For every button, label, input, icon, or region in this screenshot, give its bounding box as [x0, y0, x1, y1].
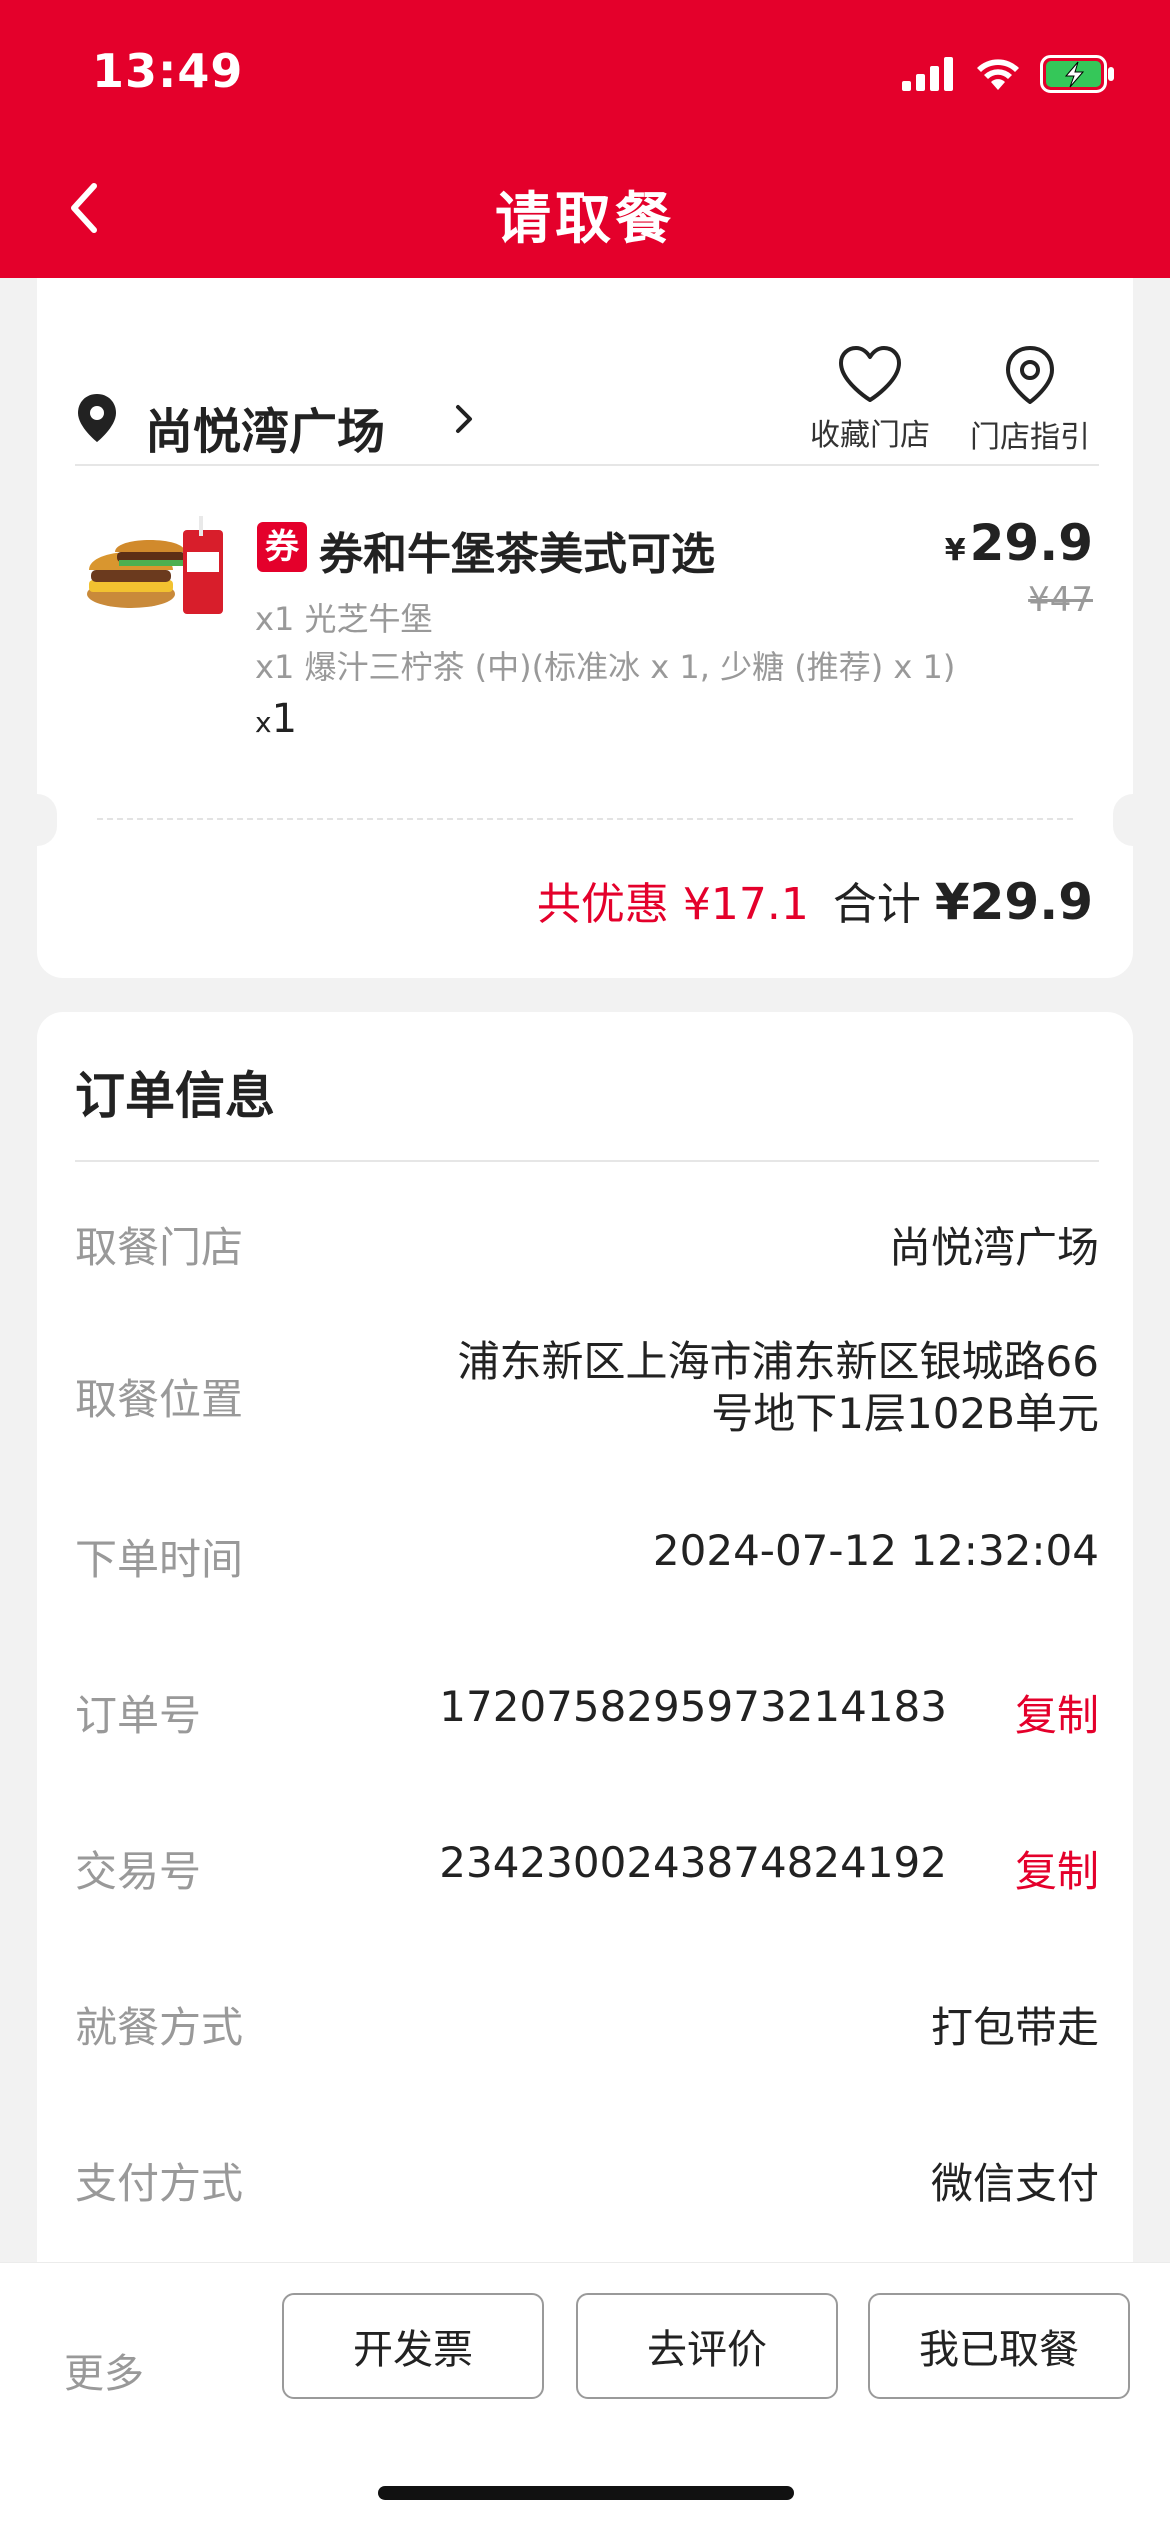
product-image: [87, 516, 223, 614]
info-label: 交易号: [75, 1847, 202, 1896]
store-guide-button[interactable]: 门店指引: [955, 344, 1105, 456]
favorite-store-button[interactable]: 收藏门店: [795, 344, 945, 454]
product-detail-line: x1 光芝牛堡: [255, 600, 433, 638]
location-pin-icon: [78, 394, 116, 442]
order-info-card: 订单信息 取餐门店 尚悦湾广场 取餐位置 浦东新区上海市浦东新区银城路66 号地…: [37, 1012, 1133, 2412]
info-label: 订单号: [75, 1691, 202, 1740]
total-label: 合计: [832, 879, 921, 930]
info-value: 2342300243874824192: [439, 1838, 947, 1887]
coupon-badge: 券: [257, 522, 307, 572]
product-quantity: x1: [255, 696, 297, 742]
home-indicator: [378, 2486, 794, 2500]
signal-icon: [902, 57, 953, 91]
info-value: 2024-07-12 12:32:04: [652, 1526, 1099, 1575]
store-name-link[interactable]: 尚悦湾广场: [145, 392, 385, 462]
product-detail-line: x1 爆汁三柠茶 (中)(标准冰 x 1, 少糖 (推荐) x 1): [255, 648, 956, 686]
location-line: 浦东新区上海市浦东新区银城路66: [457, 1337, 1099, 1386]
status-time: 13:49: [92, 44, 244, 98]
location-pin-icon: [1006, 346, 1054, 404]
currency-symbol: ¥: [944, 533, 966, 568]
order-info-title: 订单信息: [75, 1067, 275, 1125]
dashed-divider: [97, 818, 1073, 820]
info-label: 支付方式: [75, 2159, 244, 2208]
info-label: 就餐方式: [75, 2003, 244, 2052]
qty-prefix: x: [255, 706, 272, 739]
info-label: 下单时间: [75, 1535, 244, 1584]
copy-transaction-number-button[interactable]: 复制: [1015, 1838, 1099, 1899]
info-value: 浦东新区上海市浦东新区银城路66 号地下1层102B单元: [379, 1336, 1099, 1440]
heart-icon: [839, 346, 901, 402]
favorite-store-label: 收藏门店: [810, 418, 930, 453]
product-price: ¥29.9: [945, 514, 1093, 572]
total-value: ¥29.9: [934, 873, 1093, 931]
info-value: 1720758295973214183: [439, 1682, 947, 1731]
ticket-notch: [1113, 794, 1153, 846]
qty-value: 1: [271, 696, 298, 742]
chevron-right-icon[interactable]: [453, 402, 475, 436]
status-icons: [902, 52, 1116, 96]
info-value: 微信支付: [930, 2159, 1099, 2208]
order-summary-card: 尚悦湾广场 收藏门店 门店指引 券 券和牛堡茶美式可选 ¥29.9 ¥47 x1…: [17, 278, 1153, 978]
divider: [75, 1160, 1099, 1162]
original-price: ¥47: [1028, 580, 1093, 620]
ticket-notch: [17, 794, 57, 846]
price-value: 29.9: [969, 514, 1093, 572]
info-value: 尚悦湾广场: [888, 1223, 1099, 1272]
picked-up-button[interactable]: 我已取餐: [868, 2293, 1130, 2399]
page-title: 请取餐: [495, 187, 675, 252]
write-review-button[interactable]: 去评价: [576, 2293, 838, 2399]
wifi-icon: [977, 59, 1019, 90]
battery-charging-icon: [1040, 55, 1114, 93]
issue-invoice-button[interactable]: 开发票: [282, 2293, 544, 2399]
discount-label: 共优惠: [536, 879, 669, 930]
info-value: 打包带走: [930, 2003, 1099, 2052]
info-row-pickup-location: 取餐位置 浦东新区上海市浦东新区银城路66 号地下1层102B单元: [75, 1336, 1099, 1446]
copy-order-number-button[interactable]: 复制: [1015, 1682, 1099, 1743]
divider: [75, 464, 1099, 466]
app-header: 13:49 请取餐: [0, 0, 1170, 278]
store-guide-label: 门店指引: [970, 420, 1090, 455]
info-label: 取餐门店: [75, 1223, 244, 1272]
totals-row: 共优惠 ¥17.1 合计 ¥29.9: [537, 868, 1093, 932]
store-row: 尚悦湾广场 收藏门店 门店指引: [75, 336, 1099, 466]
info-label: 取餐位置: [75, 1375, 244, 1424]
discount-value: ¥17.1: [682, 879, 809, 930]
more-button[interactable]: 更多: [64, 2341, 144, 2399]
product-name: 券和牛堡茶美式可选: [319, 529, 715, 580]
location-line: 号地下1层102B单元: [711, 1389, 1099, 1438]
